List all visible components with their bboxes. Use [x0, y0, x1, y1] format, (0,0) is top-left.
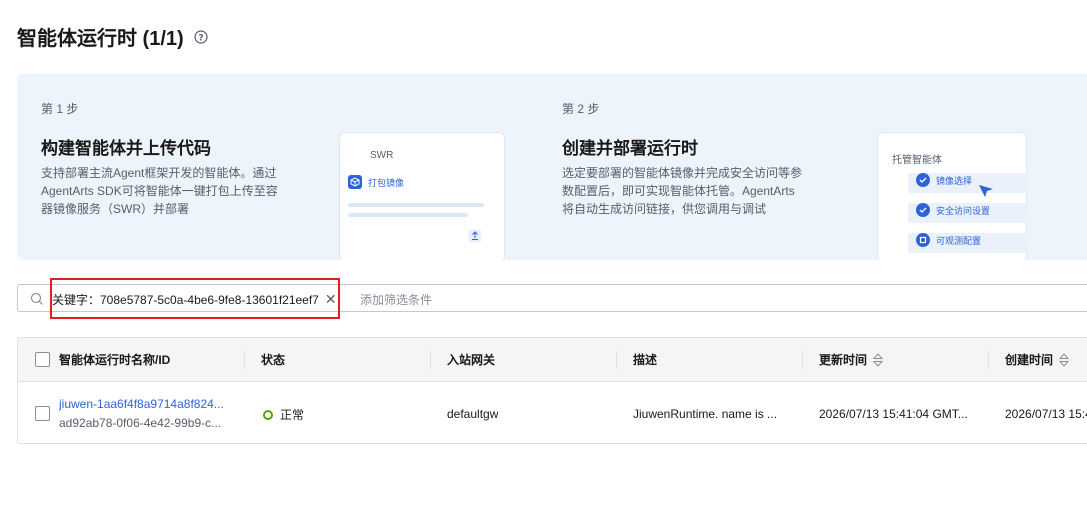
observability-item: 可观测配置 — [916, 233, 981, 247]
package-image-label: 打包镜像 — [368, 177, 405, 188]
image-select-item: 镜像选择 — [916, 173, 972, 187]
table-row: jiuwen-1aa6f4f8a9714a8f824... ad92ab78-0… — [18, 383, 1087, 443]
column-divider — [988, 351, 989, 369]
description-value: JiuwenRuntime. name is ... — [633, 407, 778, 421]
step-1-description: 支持部署主流Agent框架开发的智能体。通过AgentArts SDK可将智能体… — [41, 166, 278, 216]
runtime-id: ad92ab78-0f06-4e42-99b9-c... — [59, 416, 222, 430]
column-header-description: 描述 — [633, 353, 658, 367]
swr-label: SWR — [370, 150, 394, 161]
search-icon — [30, 292, 43, 305]
step-2-title: 创建并部署运行时 — [562, 139, 698, 158]
placeholder-bar — [348, 213, 468, 217]
observability-label: 可观测配置 — [936, 235, 982, 246]
upload-icon — [468, 229, 482, 243]
hosted-agent-label: 托管智能体 — [892, 155, 942, 166]
runtime-table: 智能体运行时名称/ID 状态 入站网关 描述 更新时间 创建时间 jiuwen-… — [17, 337, 1087, 444]
cursor-icon — [979, 185, 993, 197]
page-title-text: 智能体运行时 (1/1) — [17, 28, 184, 50]
page-title: 智能体运行时 (1/1) ? — [17, 22, 208, 51]
updated-time: 2026/07/13 15:41:04 GMT... — [819, 407, 968, 421]
column-divider — [430, 351, 431, 369]
created-time: 2026/07/13 15:4 — [1005, 407, 1087, 421]
steps-banner: 第 1 步 构建智能体并上传代码 支持部署主流Agent框架开发的智能体。通过A… — [17, 74, 1087, 260]
step-2-illustration: 托管智能体 镜像选择 安全访问设置 可观测配置 — [877, 132, 1028, 260]
gateway-value: defaultgw — [447, 407, 499, 421]
column-divider — [616, 351, 617, 369]
check-icon — [916, 203, 930, 217]
table-header: 智能体运行时名称/ID 状态 入站网关 描述 更新时间 创建时间 — [18, 338, 1087, 382]
runtime-name-link[interactable]: jiuwen-1aa6f4f8a9714a8f824... — [59, 397, 234, 411]
status-ok-icon — [263, 410, 273, 420]
column-header-created-label: 创建时间 — [1005, 353, 1054, 367]
image-select-label: 镜像选择 — [936, 175, 973, 186]
select-all-checkbox[interactable] — [35, 352, 50, 367]
status-text: 正常 — [280, 408, 305, 422]
placeholder-bar — [348, 203, 484, 207]
security-access-label: 安全访问设置 — [936, 205, 991, 216]
sort-icon[interactable] — [1059, 353, 1070, 367]
column-header-updated[interactable]: 更新时间 — [819, 338, 884, 382]
column-header-status: 状态 — [261, 353, 286, 367]
svg-text:?: ? — [198, 33, 203, 43]
column-header-name: 智能体运行时名称/ID — [59, 353, 171, 367]
square-icon — [916, 233, 930, 247]
column-divider — [244, 351, 245, 369]
security-access-item: 安全访问设置 — [916, 203, 990, 217]
sort-icon[interactable] — [873, 353, 884, 367]
package-image-chip: 打包镜像 — [348, 175, 404, 189]
step-1-title: 构建智能体并上传代码 — [41, 139, 211, 158]
column-divider — [802, 351, 803, 369]
package-icon — [348, 175, 362, 189]
step-2-description: 选定要部署的智能体镜像并完成安全访问等参数配置后，即可实现智能体托管。Agent… — [562, 166, 803, 216]
step-1-illustration: SWR 打包镜像 — [339, 132, 505, 260]
column-header-gateway: 入站网关 — [447, 353, 496, 367]
highlight-box — [50, 278, 340, 319]
step-1-number: 第 1 步 — [41, 102, 79, 116]
column-header-updated-label: 更新时间 — [819, 353, 868, 367]
column-header-created[interactable]: 创建时间 — [1005, 338, 1070, 382]
check-icon — [916, 173, 930, 187]
step-2-number: 第 2 步 — [562, 102, 600, 116]
help-icon[interactable]: ? — [194, 29, 208, 44]
row-checkbox[interactable] — [35, 406, 50, 421]
add-filter-input[interactable]: 添加筛选条件 — [360, 291, 432, 308]
